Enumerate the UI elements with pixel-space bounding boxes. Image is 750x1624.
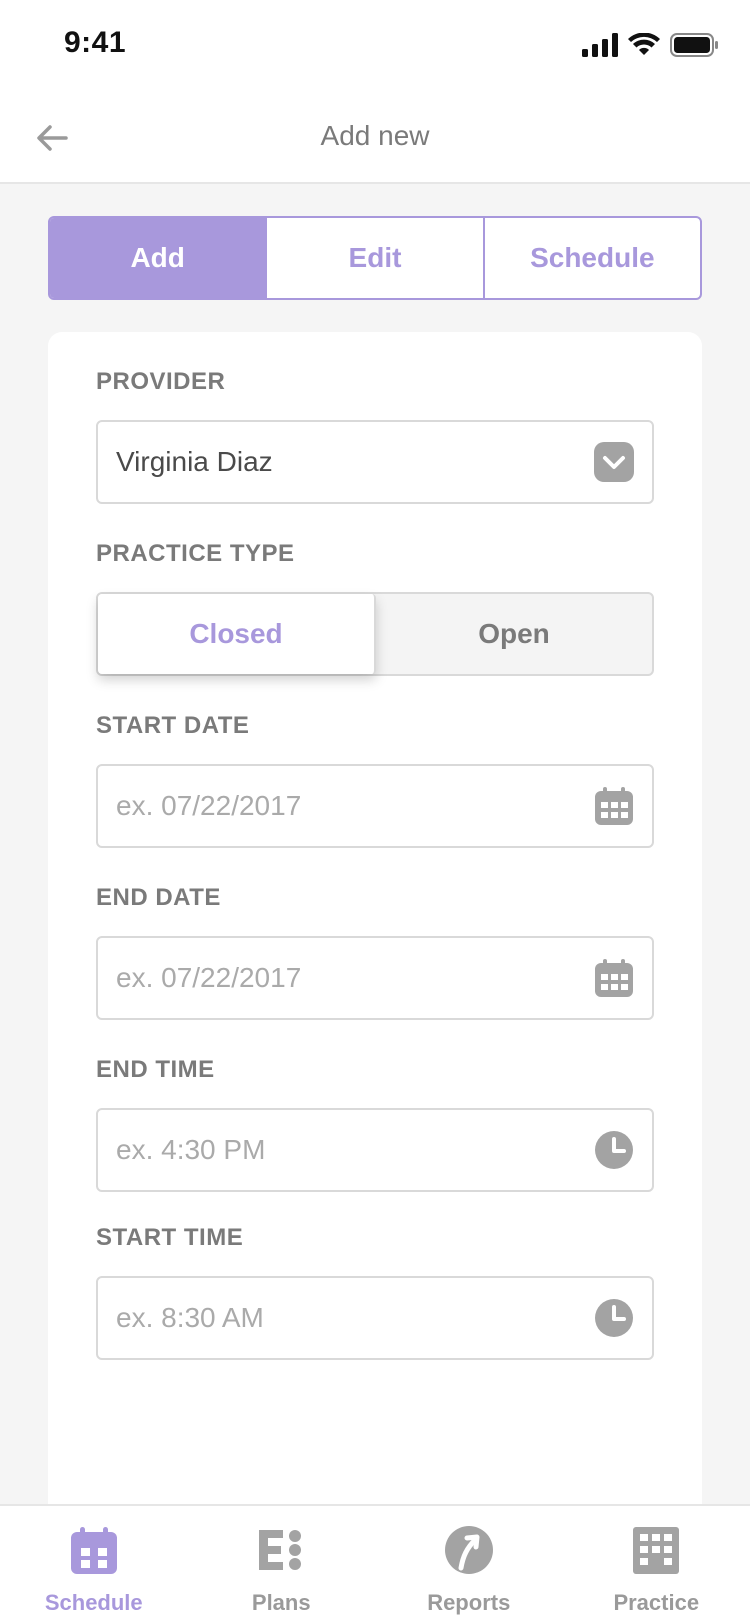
start-time-placeholder: ex. 8:30 AM: [116, 1302, 264, 1333]
tab-schedule[interactable]: Schedule: [0, 1506, 188, 1624]
nav-bar: Add new: [0, 92, 750, 184]
segment-schedule[interactable]: Schedule: [482, 218, 700, 298]
provider-label: PROVIDER: [96, 368, 226, 395]
status-time: 9:41: [64, 26, 127, 59]
end-date-label: END DATE: [96, 884, 221, 911]
calendar-icon: [70, 1527, 117, 1574]
tab-practice[interactable]: Practice: [563, 1506, 750, 1624]
form-card: PROVIDER Virginia Diaz PRACTICE TYPE Clo…: [48, 332, 702, 1624]
practice-type-label: PRACTICE TYPE: [96, 540, 295, 567]
building-icon: [633, 1527, 680, 1574]
plans-icon: [259, 1530, 302, 1570]
reports-icon: [444, 1526, 493, 1574]
tab-plans[interactable]: Plans: [188, 1506, 376, 1624]
provider-select[interactable]: Virginia Diaz: [96, 420, 654, 504]
practice-type-open[interactable]: Open: [376, 594, 652, 674]
mode-segmented-control: Add Edit Schedule: [48, 216, 702, 300]
chevron-down-icon: [594, 442, 634, 482]
tab-bar: Schedule Plans Reports Practice: [0, 1504, 750, 1624]
practice-type-toggle: Closed Open: [96, 592, 654, 676]
tab-plans-label: Plans: [251, 1590, 311, 1615]
end-date-placeholder: ex. 07/22/2017: [116, 962, 302, 993]
clock-icon: [595, 1299, 633, 1337]
tab-reports[interactable]: Reports: [375, 1506, 563, 1624]
segment-add[interactable]: Add: [50, 218, 266, 298]
end-date-field[interactable]: ex. 07/22/2017: [96, 936, 654, 1020]
status-icons: [582, 32, 718, 58]
tab-schedule-label: Schedule: [44, 1590, 143, 1615]
tab-practice-label: Practice: [613, 1590, 700, 1615]
status-bar: 9:41: [0, 0, 750, 92]
end-time-field[interactable]: ex. 4:30 PM: [96, 1108, 654, 1192]
start-time-field[interactable]: ex. 8:30 AM: [96, 1276, 654, 1360]
page-title: Add new: [320, 120, 430, 151]
provider-value: Virginia Diaz: [116, 446, 273, 477]
start-time-label: START TIME: [96, 1224, 244, 1251]
practice-type-closed[interactable]: Closed: [98, 594, 376, 674]
end-time-placeholder: ex. 4:30 PM: [116, 1134, 266, 1165]
wifi-icon: [628, 33, 660, 55]
signal-icon: [582, 33, 618, 57]
start-date-placeholder: ex. 07/22/2017: [116, 790, 302, 821]
end-time-label: END TIME: [96, 1056, 215, 1083]
battery-icon: [670, 33, 718, 57]
segment-edit[interactable]: Edit: [265, 218, 482, 298]
calendar-icon: [595, 787, 633, 825]
tab-reports-label: Reports: [427, 1590, 511, 1615]
calendar-icon: [595, 959, 633, 997]
start-date-field[interactable]: ex. 07/22/2017: [96, 764, 654, 848]
start-date-label: START DATE: [96, 712, 250, 739]
clock-icon: [595, 1131, 633, 1169]
